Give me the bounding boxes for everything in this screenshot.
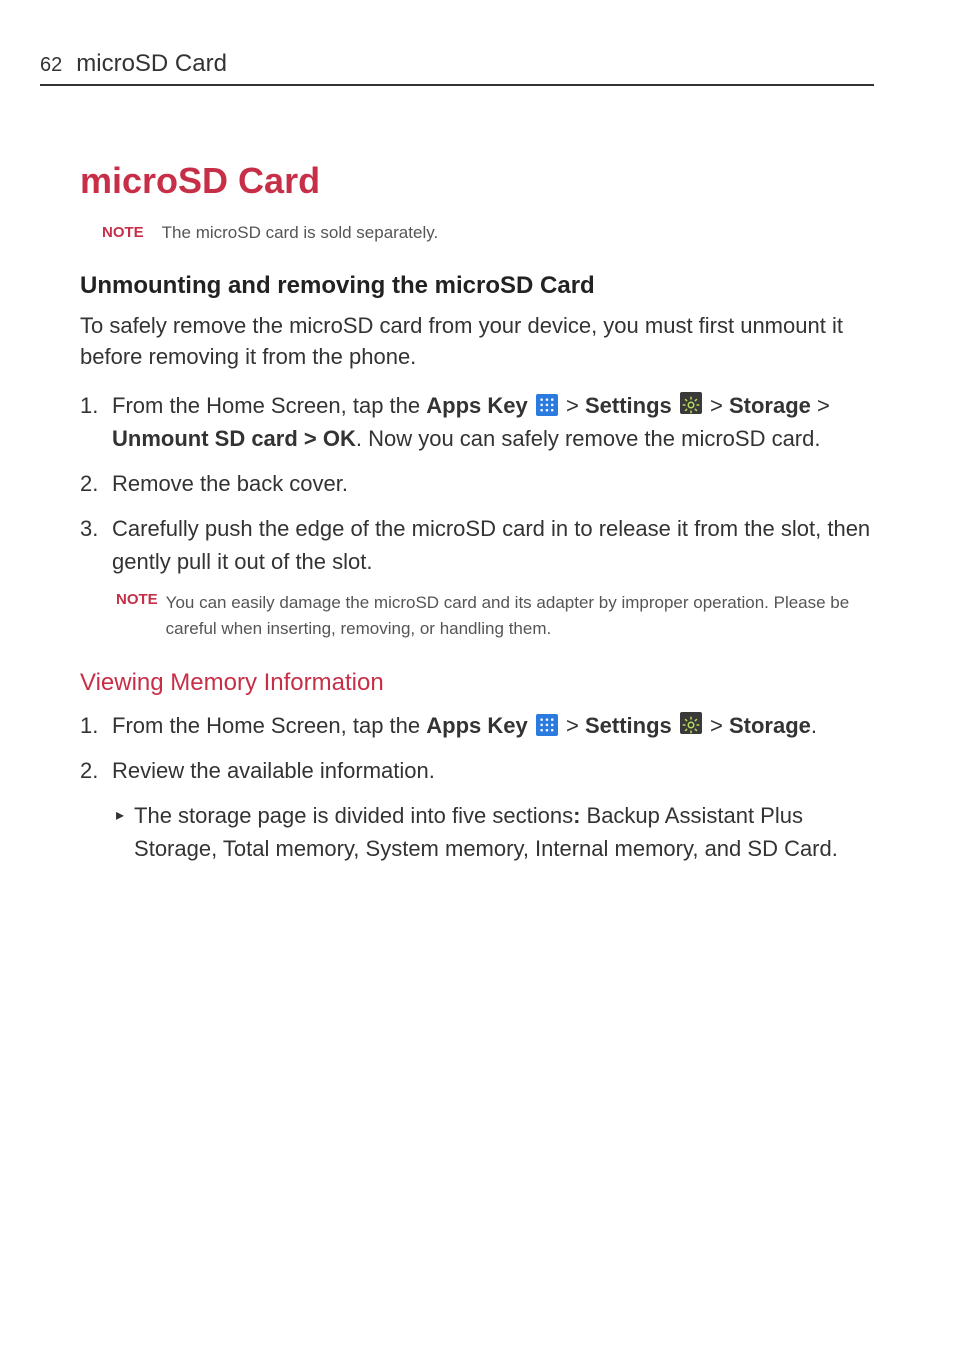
section1-intro: To safely remove the microSD card from y… [80,310,874,374]
step-number: 1. [80,389,102,455]
sep: > [560,713,585,738]
unmount-label: Unmount SD card > OK [112,426,356,451]
sep: > [811,393,830,418]
step-number: 1. [80,709,102,742]
storage-label: Storage [729,393,811,418]
apps-key-label: Apps Key [426,393,527,418]
settings-icon [680,392,702,414]
section1-heading: Unmounting and removing the microSD Card [80,272,874,300]
settings-label: Settings [585,713,672,738]
step1b-pre: From the Home Screen, tap the [112,713,426,738]
bullet-pre: The storage page is divided into five se… [134,803,573,828]
step-3: 3. Carefully push the edge of the microS… [80,512,874,578]
page-number: 62 [40,54,62,77]
section2-heading: Viewing Memory Information [80,669,874,697]
note-top: NOTE The microSD card is sold separately… [102,220,874,246]
apps-key-icon [536,394,558,416]
page-header: 62 microSD Card [40,50,874,86]
note-text: The microSD card is sold separately. [162,220,439,246]
sep: > [704,713,729,738]
apps-key-label: Apps Key [426,713,527,738]
step1b-post: . [811,713,817,738]
step-body: From the Home Screen, tap the Apps Key >… [112,389,874,455]
note-text: You can easily damage the microSD card a… [166,590,874,641]
step-body: Remove the back cover. [112,467,874,500]
bullet-body: The storage page is divided into five se… [134,799,874,865]
step-number: 2. [80,754,102,787]
storage-label: Storage [729,713,811,738]
note-label: NOTE [116,590,158,641]
step-1: 1. From the Home Screen, tap the Apps Ke… [80,389,874,455]
step-2b: 2. Review the available information. [80,754,874,787]
header-title: microSD Card [76,50,227,78]
note-label: NOTE [102,220,144,246]
step-body: From the Home Screen, tap the Apps Key >… [112,709,874,742]
step-number: 2. [80,467,102,500]
settings-icon [680,712,702,734]
step-number: 3. [80,512,102,578]
step1-post: . Now you can safely remove the microSD … [356,426,821,451]
step-body: Carefully push the edge of the microSD c… [112,512,874,578]
step-body: Review the available information. [112,754,874,787]
note-inline: NOTE You can easily damage the microSD c… [116,590,874,641]
step-2: 2. Remove the back cover. [80,467,874,500]
step-1b: 1. From the Home Screen, tap the Apps Ke… [80,709,874,742]
sep: > [704,393,729,418]
apps-key-icon [536,714,558,736]
settings-label: Settings [585,393,672,418]
bullet-marker-icon: ▸ [116,799,124,865]
page-title: microSD Card [80,160,874,202]
step1-pre: From the Home Screen, tap the [112,393,426,418]
sep: > [560,393,585,418]
bullet-storage-sections: ▸ The storage page is divided into five … [116,799,874,865]
